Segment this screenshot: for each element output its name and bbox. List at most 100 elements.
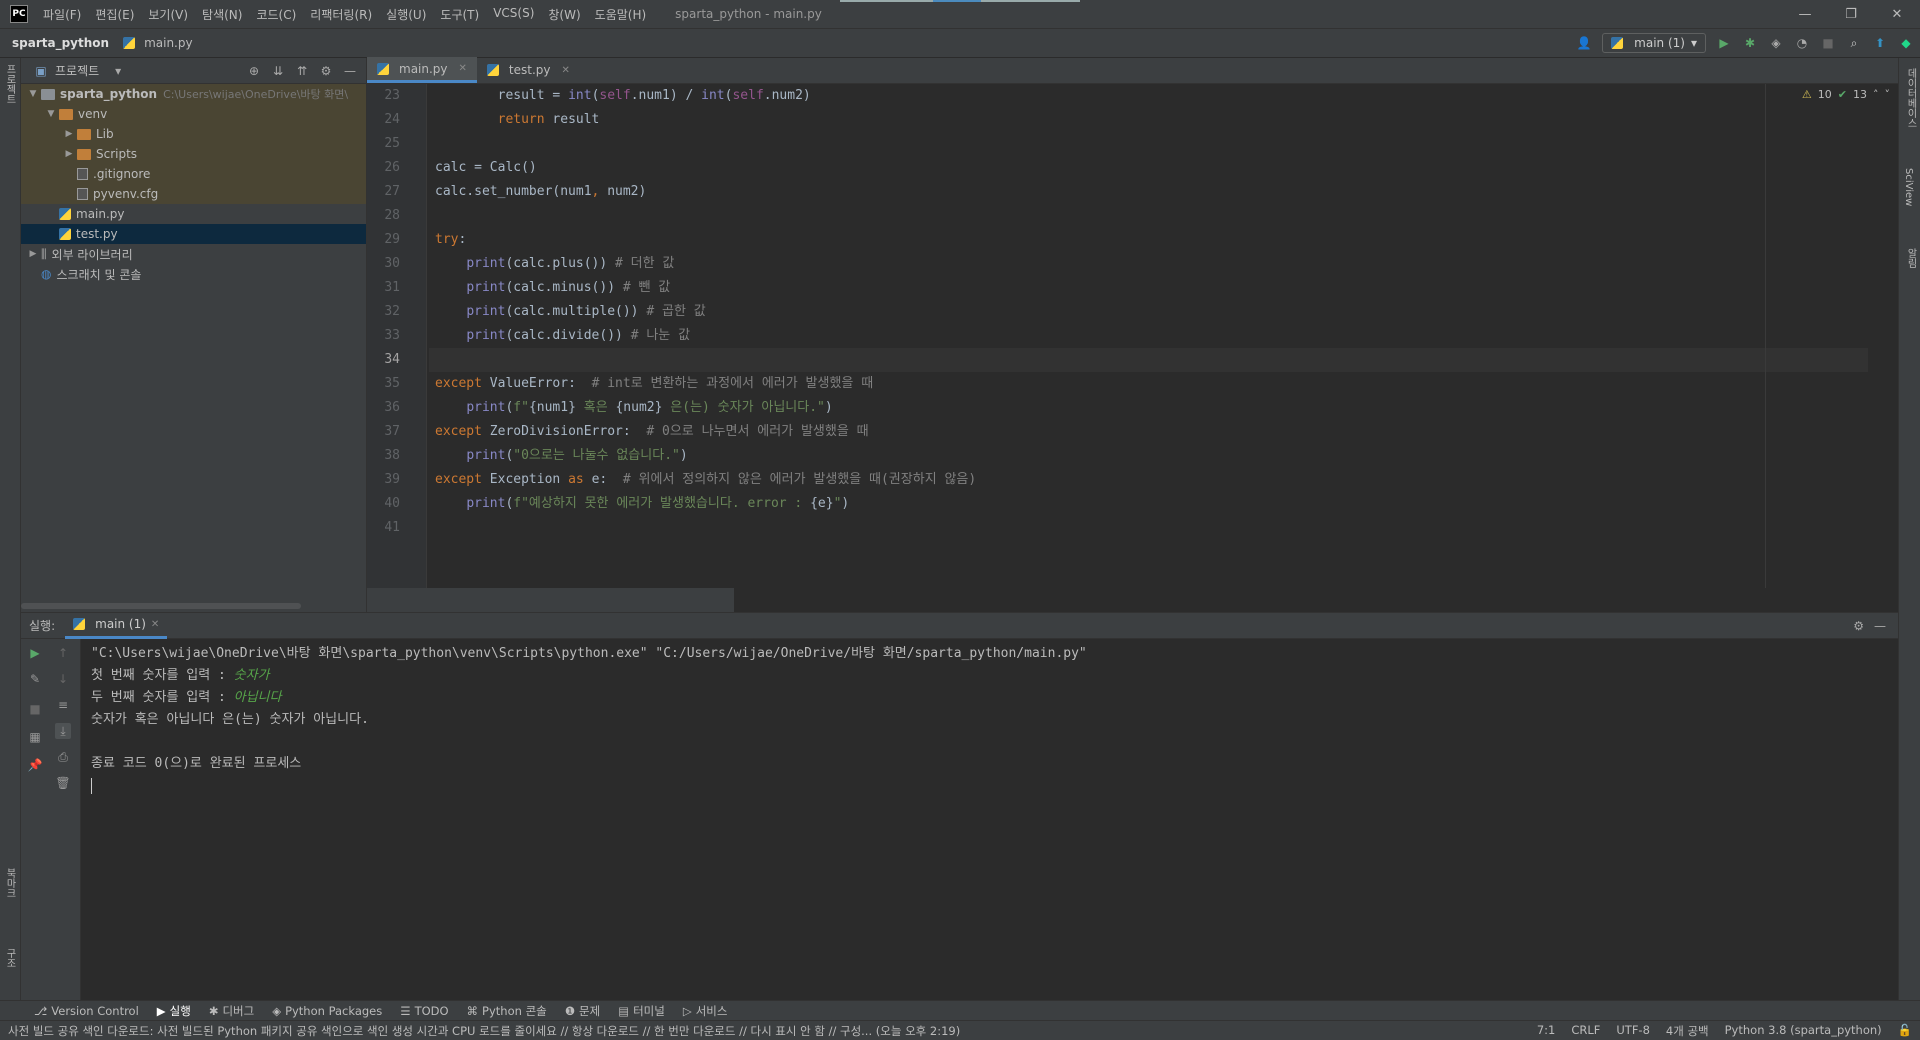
coverage-icon[interactable]: ◈ — [1768, 35, 1784, 51]
debug-icon[interactable]: ✱ — [1742, 35, 1758, 51]
breadcrumb-project[interactable]: sparta_python — [12, 36, 109, 50]
close-icon[interactable]: ✕ — [459, 63, 467, 74]
tool-window-3[interactable]: ◈ Python Packages — [272, 1004, 382, 1018]
tree-item[interactable]: pyvenv.cfg — [21, 184, 366, 204]
bookmarks-tool-window-button[interactable]: 북마크 — [2, 868, 17, 898]
pin-icon[interactable]: 📌 — [27, 757, 43, 773]
close-icon[interactable]: ✕ — [561, 65, 569, 76]
gear-icon[interactable]: ⚙ — [1853, 619, 1864, 633]
tool-window-7[interactable]: ▤ 터미널 — [618, 1003, 665, 1019]
tool-window-0[interactable]: ⎇ Version Control — [34, 1004, 139, 1018]
console-prompt[interactable] — [91, 775, 1087, 797]
menu-item[interactable]: 탐색(N) — [195, 6, 249, 23]
inspection-widget[interactable]: ⚠ 10 ✔ 13 ˄ ˅ — [1802, 88, 1890, 101]
console-output[interactable]: "C:\Users\wijae\OneDrive\바탕 화면\sparta_py… — [91, 643, 1087, 797]
close-button[interactable]: ✕ — [1874, 0, 1920, 28]
line-number-gutter: 23 24 25 26 27 28 29 30 31 32 33 34 35 36 37 38 39 40 41 — [367, 84, 427, 588]
database-tool-window-button[interactable]: 데이터베이스 — [1903, 68, 1918, 128]
cursor-position[interactable]: 7:1 — [1537, 1023, 1556, 1039]
structure-tool-window-button[interactable]: 구조 — [2, 948, 17, 968]
menu-item[interactable]: 편집(E) — [88, 6, 141, 23]
search-icon[interactable]: ⌕ — [1846, 35, 1862, 51]
menu-item[interactable]: VCS(S) — [486, 6, 541, 23]
stop-icon[interactable]: ■ — [27, 701, 43, 717]
tool-window-1[interactable]: ▶ 실행 — [157, 1003, 191, 1019]
tab-test-py[interactable]: test.py ✕ — [477, 57, 580, 83]
project-panel-title[interactable]: 프로젝트 — [55, 62, 99, 79]
sciview-tool-window-button[interactable]: SciView — [1903, 168, 1914, 206]
soft-wrap-icon[interactable]: ≡ — [55, 697, 71, 713]
tree-item[interactable]: ▶ ⫼ 외부 라이브러리 — [21, 244, 366, 264]
project-tool-window-button[interactable]: 프로젝트 — [2, 64, 17, 104]
hide-icon[interactable]: — — [1874, 619, 1886, 633]
tree-item[interactable]: ▶ Lib — [21, 124, 366, 144]
tree-item[interactable]: ▼ sparta_python C:\Users\wijae\OneDrive\바탕… — [21, 84, 366, 104]
chevron-right-icon[interactable]: ▶ — [61, 129, 77, 139]
menu-item[interactable]: 코드(C) — [249, 6, 303, 23]
code-view[interactable]: result = int(self.num1) / int(self.num2)… — [429, 84, 1868, 588]
menu-item[interactable]: 리팩터링(R) — [303, 6, 379, 23]
trash-icon[interactable]: 🗑 — [55, 775, 71, 791]
run-config-select[interactable]: main (1) ▾ — [1602, 33, 1706, 53]
python-interpreter[interactable]: Python 3.8 (sparta_python) — [1725, 1023, 1882, 1039]
tree-item[interactable]: test.py — [21, 224, 366, 244]
tree-item[interactable]: main.py — [21, 204, 366, 224]
up-arrow-icon[interactable]: ↑ — [55, 645, 71, 661]
run-icon[interactable]: ▶ — [1716, 35, 1732, 51]
stop-icon[interactable]: ■ — [1820, 35, 1836, 51]
collapse-all-icon[interactable]: ⇈ — [294, 63, 310, 79]
notifications-tool-window-button[interactable]: 알림 — [1903, 248, 1918, 268]
close-icon[interactable]: ✕ — [151, 619, 159, 630]
chevron-down-icon[interactable]: ˅ — [1885, 88, 1891, 101]
chevron-up-icon[interactable]: ˄ — [1873, 88, 1879, 101]
lock-icon[interactable]: 🔓 — [1898, 1023, 1912, 1039]
tab-main-py[interactable]: main.py ✕ — [367, 57, 477, 83]
tree-item[interactable]: ◍ 스크래치 및 콘솔 — [21, 264, 366, 284]
minimize-button[interactable]: — — [1782, 0, 1828, 28]
layout-icon[interactable]: ▦ — [27, 729, 43, 745]
menu-item[interactable]: 파일(F) — [36, 6, 88, 23]
menu-item[interactable]: 도움말(H) — [588, 6, 654, 23]
tool-window-2[interactable]: ✱ 디버그 — [209, 1003, 254, 1019]
line-separator[interactable]: CRLF — [1571, 1023, 1600, 1039]
gear-icon[interactable]: ⚙ — [318, 63, 334, 79]
profile-icon[interactable]: ◔ — [1794, 35, 1810, 51]
tool-window-4[interactable]: ☰ TODO — [400, 1004, 448, 1018]
chevron-down-icon[interactable]: ▼ — [43, 109, 59, 119]
locate-icon[interactable]: ⊕ — [246, 63, 262, 79]
run-tab[interactable]: main (1) ✕ — [65, 613, 168, 639]
tool-window-5[interactable]: ⌘ Python 콘솔 — [467, 1003, 547, 1019]
restore-button[interactable]: ❐ — [1828, 0, 1874, 28]
chevron-right-icon[interactable]: ▶ — [25, 249, 41, 259]
hide-icon[interactable]: — — [342, 63, 358, 79]
line-number: 33 — [384, 328, 400, 343]
status-message[interactable]: 사전 빌드 공유 색인 다운로드: 사전 빌드된 Python 패키지 공유 색… — [8, 1023, 960, 1039]
scroll-to-end-icon[interactable]: ⤓ — [55, 723, 71, 739]
update-icon[interactable]: ⬆ — [1872, 35, 1888, 51]
tree-item[interactable]: .gitignore — [21, 164, 366, 184]
menu-item[interactable]: 창(W) — [541, 6, 587, 23]
account-icon[interactable]: 👤 — [1576, 35, 1592, 51]
menu-item[interactable]: 실행(U) — [379, 6, 433, 23]
wrench-icon[interactable]: ✎ — [27, 671, 43, 687]
menu-item[interactable]: 보기(V) — [141, 6, 195, 23]
tree-item[interactable]: ▶ Scripts — [21, 144, 366, 164]
menu-item[interactable]: 도구(T) — [433, 6, 486, 23]
breadcrumb-file[interactable]: main.py — [123, 36, 193, 50]
tree-item[interactable]: ▼ venv — [21, 104, 366, 124]
tool-window-6[interactable]: ❶ 문제 — [565, 1003, 600, 1019]
chevron-right-icon[interactable]: ▶ — [61, 149, 77, 159]
indent-setting[interactable]: 4개 공백 — [1666, 1023, 1709, 1039]
horizontal-scrollbar[interactable] — [21, 603, 301, 609]
tool-window-8[interactable]: ▷ 서비스 — [683, 1003, 728, 1019]
rerun-icon[interactable]: ▶ — [27, 645, 43, 661]
chevron-down-icon[interactable]: ▾ — [115, 64, 121, 78]
expand-all-icon[interactable]: ⇊ — [270, 63, 286, 79]
jetbrains-icon[interactable]: ◆ — [1898, 35, 1914, 51]
print-icon[interactable]: ⎙ — [55, 749, 71, 765]
down-arrow-icon[interactable]: ↓ — [55, 671, 71, 687]
file-encoding[interactable]: UTF-8 — [1616, 1023, 1650, 1039]
code-line: except ValueError: # int로 변환하는 과정에서 에러가 … — [429, 372, 1868, 396]
navigation-bar: sparta_python main.py 👤 main (1) ▾ ▶ ✱ ◈ … — [0, 28, 1920, 58]
chevron-down-icon[interactable]: ▼ — [25, 89, 41, 99]
